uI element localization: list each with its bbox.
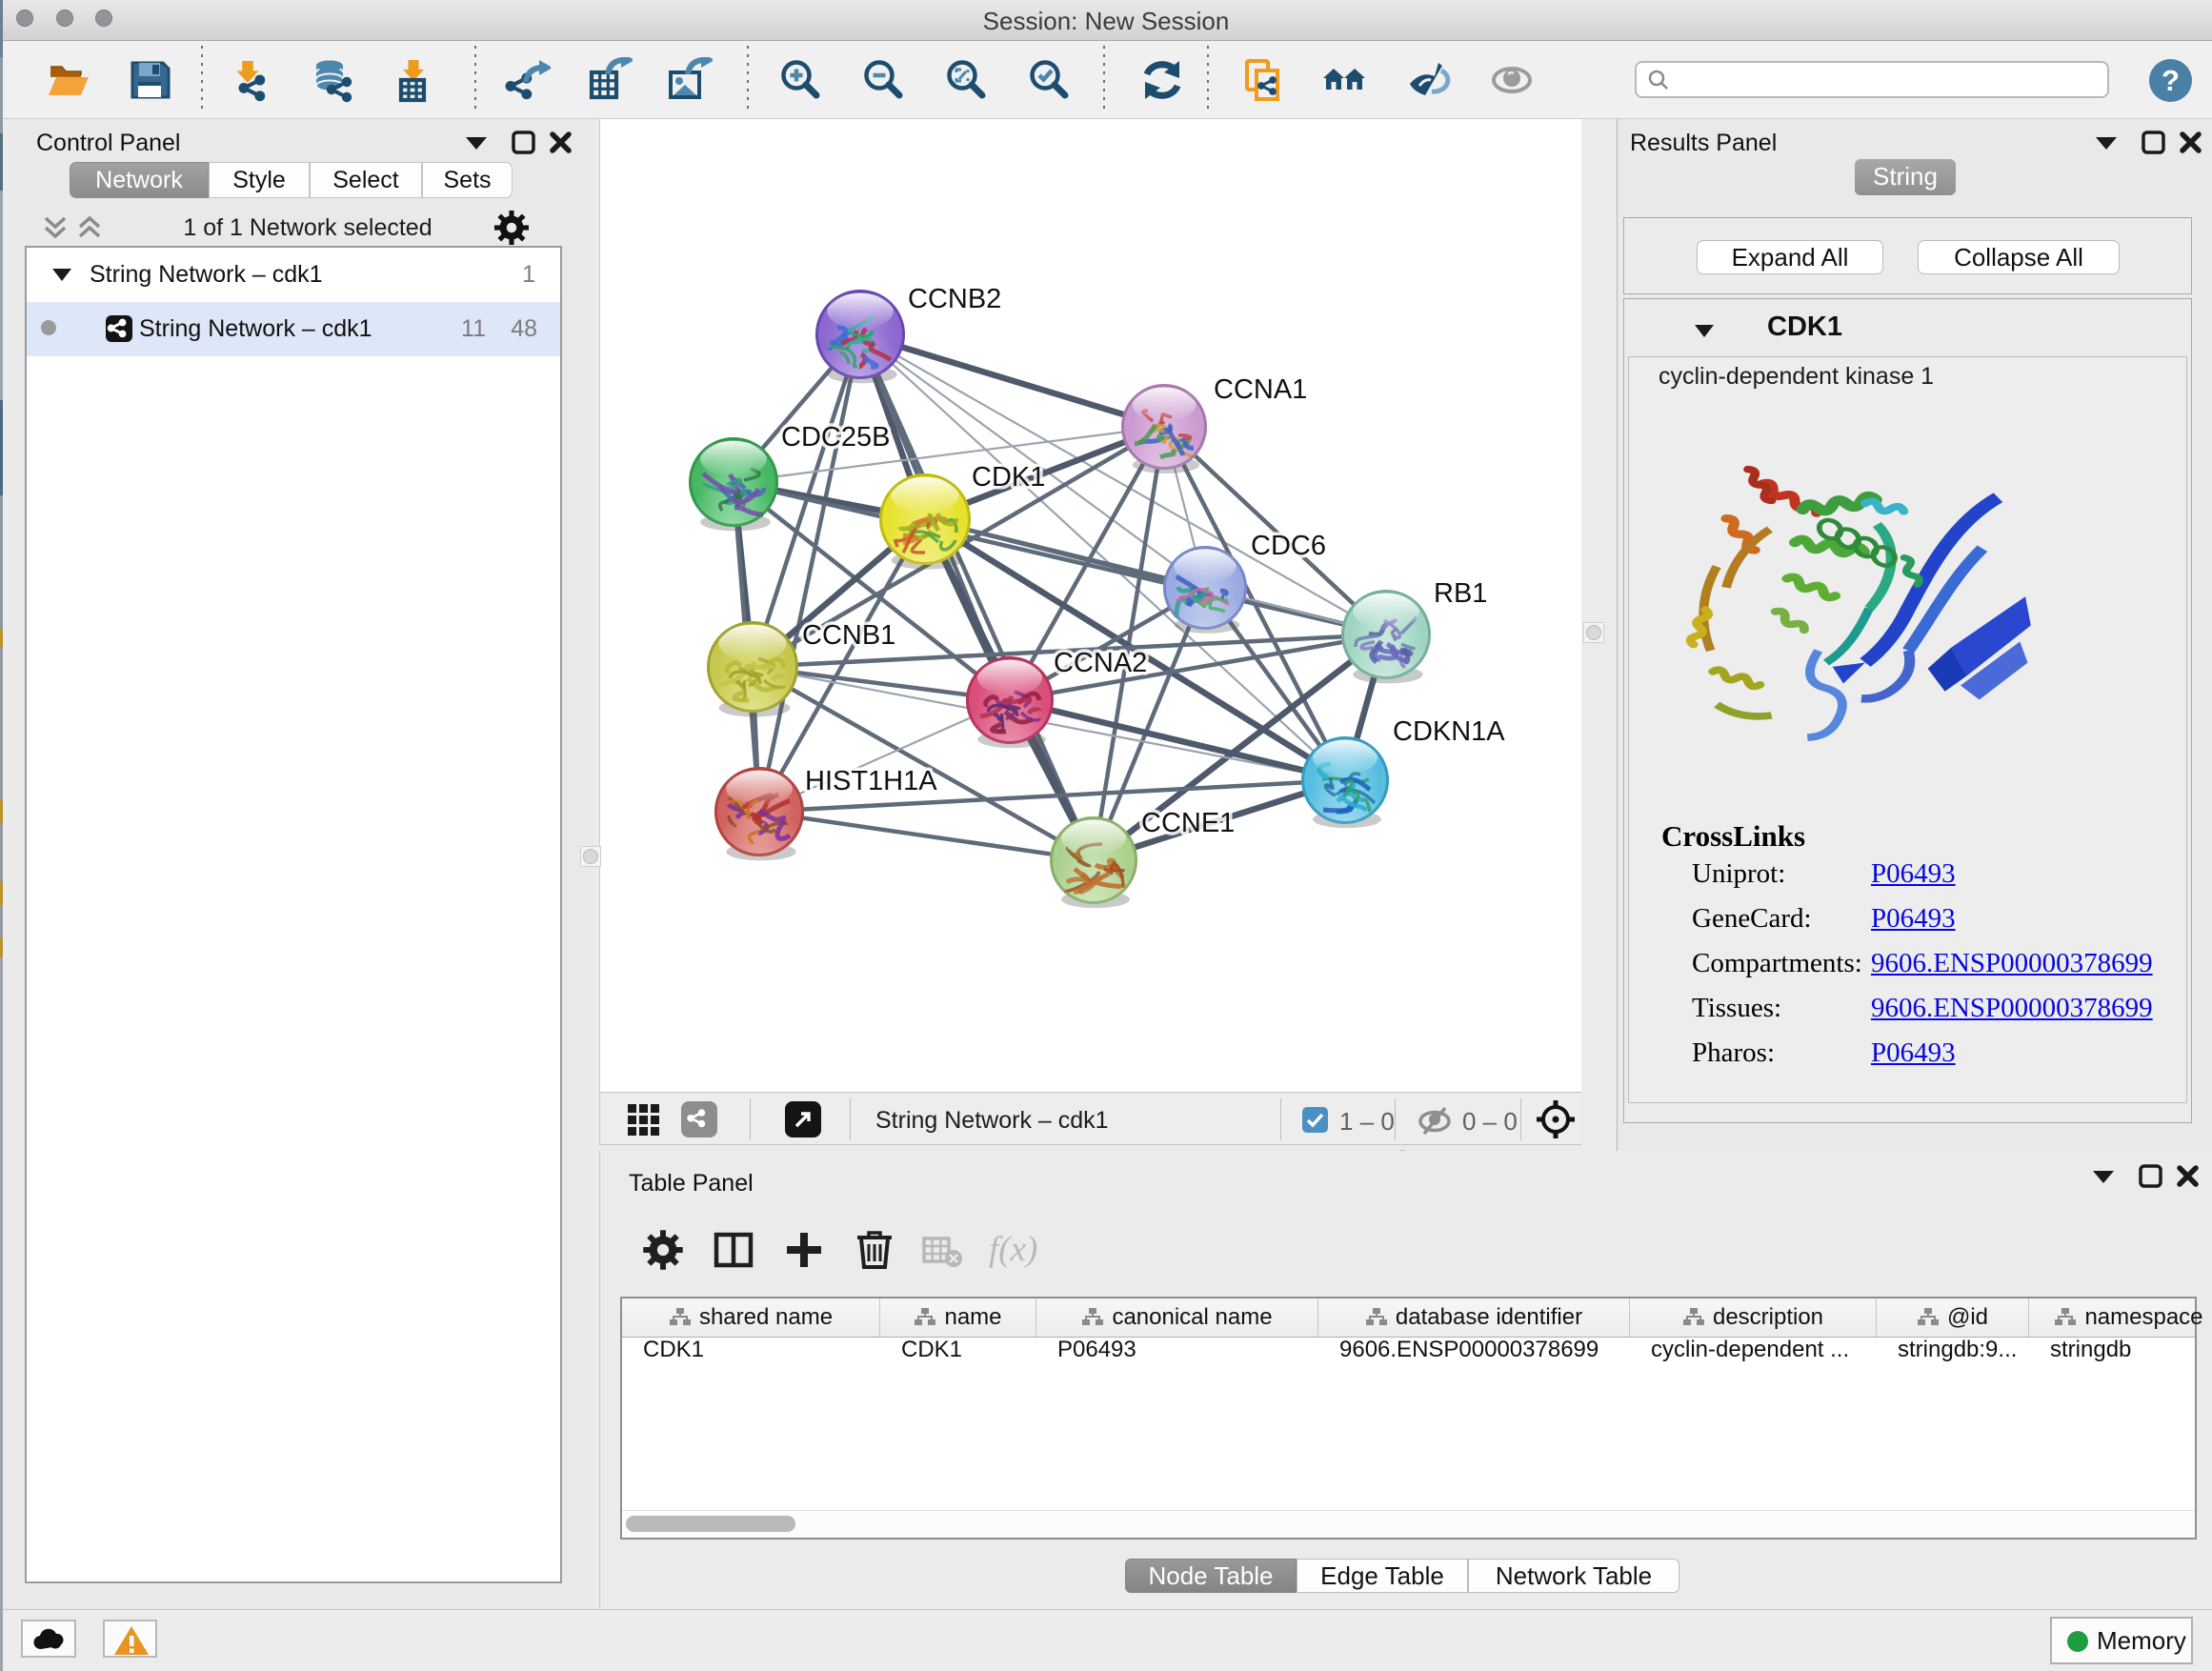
svg-text:CDK1: CDK1 (972, 462, 1045, 493)
svg-text:CDC6: CDC6 (1251, 531, 1326, 561)
svg-text:CCNA1: CCNA1 (1214, 374, 1307, 405)
svg-text:RB1: RB1 (1434, 578, 1487, 609)
svg-text:CDC25B: CDC25B (781, 422, 890, 453)
svg-text:CCNB1: CCNB1 (802, 620, 895, 651)
svg-text:CCNE1: CCNE1 (1141, 808, 1235, 838)
svg-text:CCNB2: CCNB2 (908, 284, 1001, 314)
svg-text:CDKN1A: CDKN1A (1393, 716, 1505, 747)
svg-text:CCNA2: CCNA2 (1054, 648, 1147, 678)
svg-text:HIST1H1A: HIST1H1A (805, 766, 937, 796)
